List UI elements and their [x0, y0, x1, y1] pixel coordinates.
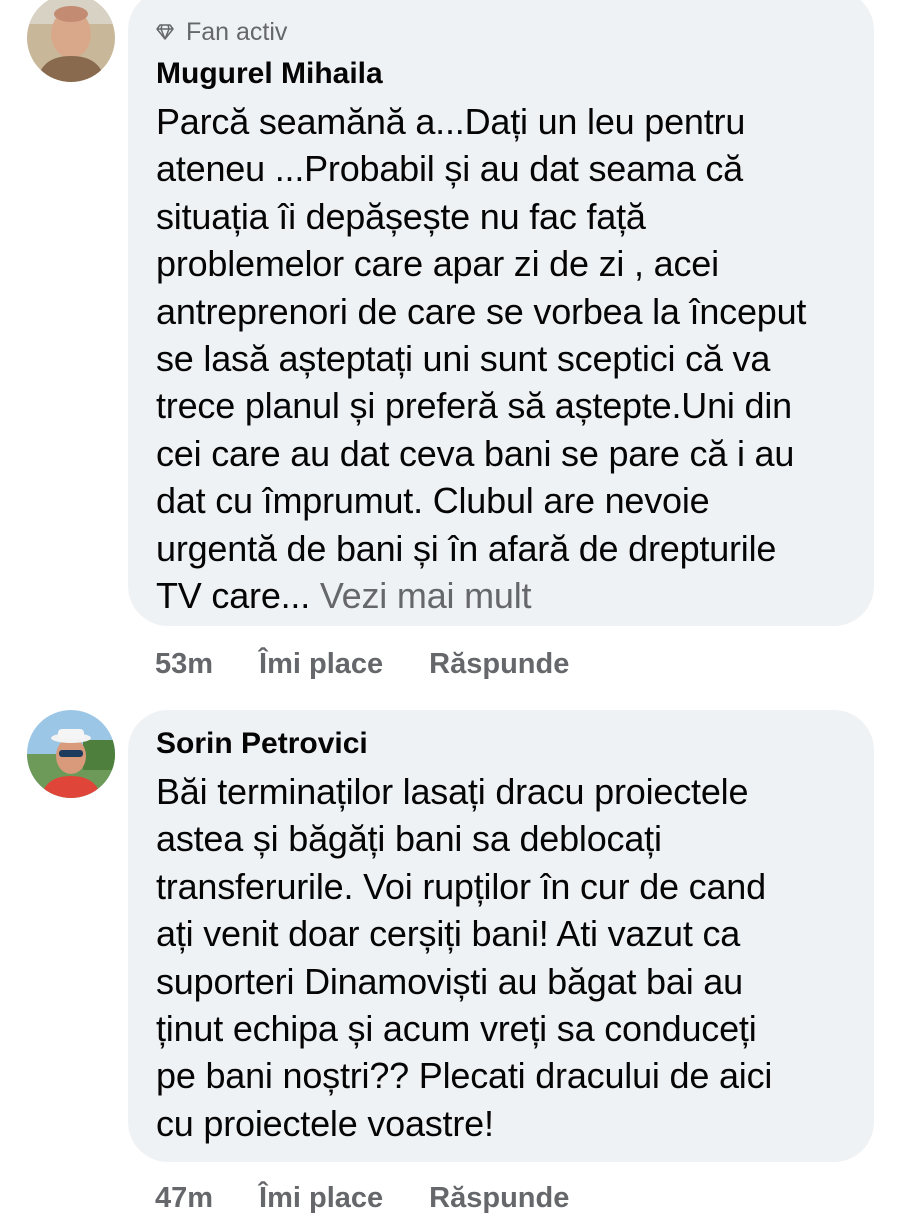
avatar-image [27, 0, 115, 82]
reply-button[interactable]: Răspunde [429, 648, 569, 681]
comment-last-line: TV care... [156, 575, 311, 617]
comment-line: dat cu împrumut. Clubul are nevoie [156, 480, 710, 522]
comment-line: se lasă așteptați uni sunt sceptici că v… [156, 338, 771, 380]
comment-line: situația îi depășește nu fac față [156, 195, 646, 237]
comment-line: pe bani noștri?? Plecati dracului de aic… [156, 1055, 773, 1097]
comment-line: ați venit doar cerșiți bani! Ati vazut c… [156, 913, 741, 955]
comment-line: TV care... Vezi mai mult [156, 572, 854, 619]
like-button[interactable]: Îmi place [259, 648, 383, 681]
comment-actions: 47m Îmi place Răspunde [155, 1178, 615, 1218]
author-name[interactable]: Sorin Petrovici [156, 724, 854, 764]
comment-line: trece planul și preferă să aștepte.Uni d… [156, 385, 792, 427]
fan-badge: Fan activ [156, 14, 854, 50]
comment-line: Băi terminaților lasați dracu proiectele [156, 771, 749, 812]
comment-bubble: Fan activ Mugurel Mihaila Parcă seamănă … [128, 0, 874, 626]
comment: Fan activ Mugurel Mihaila Parcă seamănă … [0, 0, 900, 700]
comment-line: ateneu ...Probabil și au dat seama că [156, 148, 743, 190]
comment-line: antreprenori de care se vorbea la începu… [156, 290, 807, 332]
avatar[interactable] [27, 0, 115, 82]
avatar[interactable] [27, 710, 115, 798]
comment-line: transferurile. Voi rupților în cur de ca… [156, 865, 766, 907]
comment-line: cu proiectele voastre! [156, 1102, 494, 1144]
comment-line: problemelor care apar zi de zi , acei [156, 243, 719, 285]
comment-time[interactable]: 47m [155, 1182, 213, 1215]
badge-label: Fan activ [186, 17, 288, 46]
comment-line: cei care au dat ceva bani se pare că i a… [156, 432, 795, 474]
comment: Sorin Petrovici Băi terminaților lasați … [0, 700, 900, 1214]
like-button[interactable]: Îmi place [259, 1182, 383, 1215]
comment-line: Parcă seamănă a...Dați un leu pentru [156, 101, 746, 142]
avatar-image [27, 710, 115, 798]
comment-time[interactable]: 53m [155, 648, 213, 681]
author-name[interactable]: Mugurel Mihaila [156, 54, 854, 94]
comment-line: astea și băgăți bani sa deblocați [156, 818, 662, 860]
diamond-icon [156, 24, 174, 40]
see-more-link[interactable]: Vezi mai mult [320, 575, 532, 616]
comment-line: urgentă de bani și în afară de drepturil… [156, 527, 777, 569]
comment-text: Băi terminaților lasați dracu proiectele… [156, 768, 854, 1147]
comment-bubble: Sorin Petrovici Băi terminaților lasați … [128, 710, 874, 1162]
comment-line: suporteri Dinamoviști au băgat bai au [156, 960, 743, 1002]
comment-actions: 53m Îmi place Răspunde [155, 644, 615, 684]
reply-button[interactable]: Răspunde [429, 1182, 569, 1215]
comment-line: ținut echipa și acum vreți sa conduceți [156, 1008, 757, 1050]
comment-text: Parcă seamănă a...Dați un leu pentru ate… [156, 98, 854, 619]
